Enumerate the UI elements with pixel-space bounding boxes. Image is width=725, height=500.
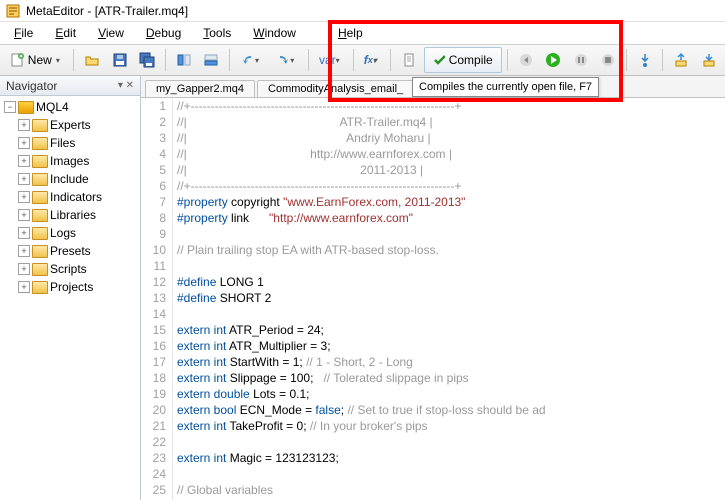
- tree-item[interactable]: + Projects: [0, 278, 140, 296]
- expand-icon[interactable]: +: [18, 137, 30, 149]
- step-back-button[interactable]: [513, 48, 538, 72]
- expand-icon[interactable]: +: [18, 227, 30, 239]
- step-into-button[interactable]: [632, 48, 657, 72]
- tree-item[interactable]: + Presets: [0, 242, 140, 260]
- compile-tooltip: Compiles the currently open file, F7: [412, 77, 599, 97]
- window-title: MetaEditor - [ATR-Trailer.mq4]: [26, 4, 188, 18]
- expand-icon[interactable]: +: [18, 209, 30, 221]
- pause-button[interactable]: [568, 48, 593, 72]
- menu-file[interactable]: File: [4, 24, 43, 42]
- tree-item[interactable]: + Files: [0, 134, 140, 152]
- window-toggle-button[interactable]: [171, 48, 196, 72]
- folder-icon: [32, 245, 48, 258]
- tree-label: Presets: [50, 244, 91, 258]
- terminal-button[interactable]: [198, 48, 223, 72]
- tree-root-label: MQL4: [36, 100, 69, 114]
- navigator-title: Navigator: [6, 79, 57, 93]
- redo-button[interactable]: ▾: [270, 48, 303, 72]
- tree-label: Images: [50, 154, 89, 168]
- expand-icon[interactable]: +: [18, 155, 30, 167]
- folder-icon: [32, 263, 48, 276]
- collapse-icon[interactable]: −: [4, 101, 16, 113]
- chevron-down-icon: ▾: [373, 56, 380, 65]
- document-button[interactable]: [396, 48, 421, 72]
- menu-window[interactable]: Window: [243, 24, 306, 42]
- tree-label: Files: [50, 136, 75, 150]
- tree-label: Libraries: [50, 208, 96, 222]
- app-icon: [6, 4, 20, 18]
- navigator-tree: − MQL4 + Experts + Files + Images + Include + Ind…: [0, 96, 140, 298]
- compile-button[interactable]: Compile: [424, 47, 502, 73]
- folder-icon: [32, 209, 48, 222]
- code-editor[interactable]: 1234567891011121314151617181920212223242…: [141, 98, 725, 500]
- expand-icon[interactable]: +: [18, 263, 30, 275]
- save-all-button[interactable]: [134, 48, 159, 72]
- title-bar: MetaEditor - [ATR-Trailer.mq4]: [0, 0, 725, 22]
- tree-label: Projects: [50, 280, 93, 294]
- expand-icon[interactable]: +: [18, 191, 30, 203]
- menu-bar: File Edit View Debug Tools Window Help: [0, 22, 725, 44]
- new-label: New: [28, 53, 52, 67]
- compile-label: Compile: [449, 53, 493, 67]
- tree-label: Scripts: [50, 262, 87, 276]
- mql4-icon: [18, 101, 34, 114]
- tree-label: Include: [50, 172, 89, 186]
- chevron-down-icon: ▾: [290, 56, 298, 65]
- tree-item[interactable]: + Images: [0, 152, 140, 170]
- chevron-down-icon: ▾: [56, 56, 63, 65]
- navigator-header: Navigator ▾ ✕: [0, 76, 140, 96]
- code-area[interactable]: //+-------------------------------------…: [173, 98, 725, 500]
- fx-button[interactable]: fx▾: [359, 48, 385, 72]
- tree-label: Experts: [50, 118, 91, 132]
- check-icon: [433, 53, 445, 67]
- folder-icon: [32, 137, 48, 150]
- var-button[interactable]: var▾: [314, 48, 348, 72]
- menu-debug[interactable]: Debug: [136, 24, 191, 42]
- menu-edit[interactable]: Edit: [45, 24, 86, 42]
- stop-button[interactable]: [595, 48, 620, 72]
- pin-icon[interactable]: ▾ ✕: [118, 80, 134, 91]
- toolbar: New ▾ ▾ ▾ var▾ fx▾ Compile Compiles the …: [0, 44, 725, 76]
- expand-icon[interactable]: +: [18, 245, 30, 257]
- upload-button[interactable]: [668, 48, 693, 72]
- tree-item[interactable]: + Include: [0, 170, 140, 188]
- menu-tools[interactable]: Tools: [193, 24, 241, 42]
- tree-item[interactable]: + Logs: [0, 224, 140, 242]
- folder-icon: [32, 191, 48, 204]
- folder-icon: [32, 155, 48, 168]
- line-gutter: 1234567891011121314151617181920212223242…: [141, 98, 173, 500]
- tree-root[interactable]: − MQL4: [0, 98, 140, 116]
- editor-tab[interactable]: CommodityAnalysis_email_: [257, 80, 414, 97]
- save-button[interactable]: [107, 48, 132, 72]
- folder-icon: [32, 119, 48, 132]
- expand-icon[interactable]: +: [18, 281, 30, 293]
- folder-icon: [32, 281, 48, 294]
- navigator-panel: Navigator ▾ ✕ − MQL4 + Experts + Files + Imag…: [0, 76, 141, 500]
- tree-item[interactable]: + Experts: [0, 116, 140, 134]
- play-button[interactable]: [540, 48, 565, 72]
- tree-label: Logs: [50, 226, 76, 240]
- expand-icon[interactable]: +: [18, 119, 30, 131]
- folder-icon: [32, 173, 48, 186]
- tree-label: Indicators: [50, 190, 102, 204]
- editor-tab[interactable]: my_Gapper2.mq4: [145, 80, 255, 97]
- tree-item[interactable]: + Indicators: [0, 188, 140, 206]
- chevron-down-icon: ▾: [255, 56, 263, 65]
- tree-item[interactable]: + Scripts: [0, 260, 140, 278]
- folder-icon: [32, 227, 48, 240]
- expand-icon[interactable]: +: [18, 173, 30, 185]
- tree-item[interactable]: + Libraries: [0, 206, 140, 224]
- menu-help[interactable]: Help: [328, 24, 373, 42]
- undo-button[interactable]: ▾: [235, 48, 268, 72]
- new-button[interactable]: New ▾: [4, 48, 68, 72]
- chevron-down-icon: ▾: [336, 56, 343, 65]
- menu-view[interactable]: View: [88, 24, 134, 42]
- download-button[interactable]: [696, 48, 721, 72]
- open-button[interactable]: [79, 48, 104, 72]
